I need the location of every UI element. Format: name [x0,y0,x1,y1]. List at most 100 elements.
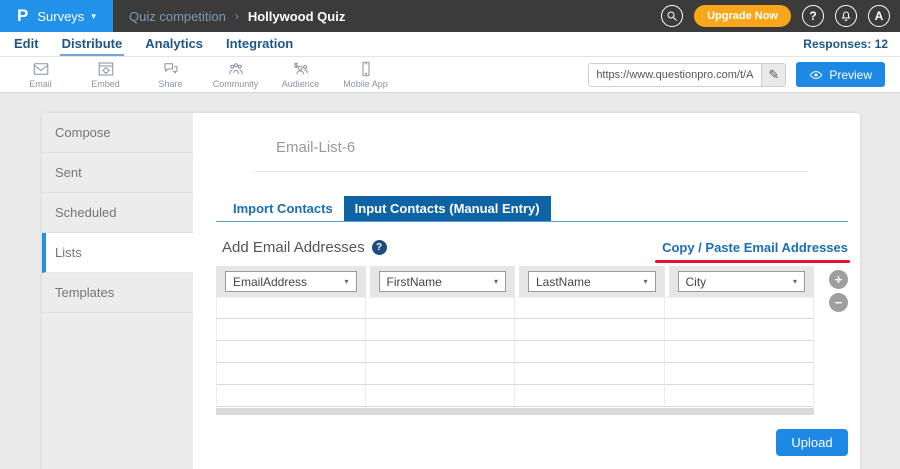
contact-cell[interactable] [216,363,366,385]
contact-cell[interactable] [515,385,665,407]
table-row [216,385,814,407]
tab-input-contacts[interactable]: Input Contacts (Manual Entry) [344,196,551,221]
top-bar: P Surveys ▾ Quiz competition › Hollywood… [0,0,900,32]
chevron-down-icon: ▾ [793,277,797,286]
nav-item-integration[interactable]: Integration [224,33,295,56]
breadcrumb: Quiz competition › Hollywood Quiz [129,9,345,24]
sidebar-item-scheduled[interactable]: Scheduled [42,193,193,233]
distribute-toolbar: Email Embed Share Community $ Audience M… [0,57,900,93]
row-buttons: + − [829,266,848,312]
column-select-city[interactable]: City▾ [678,271,806,292]
horizontal-scrollbar[interactable] [216,408,814,415]
nav-item-distribute[interactable]: Distribute [60,33,125,56]
email-icon [32,60,50,78]
audience-icon: $ [292,60,310,78]
add-row-button[interactable]: + [829,270,848,289]
embed-icon [97,60,115,78]
upload-button[interactable]: Upload [776,429,848,456]
column-select-firstname[interactable]: FirstName▾ [379,271,507,292]
sidebar-item-lists[interactable]: Lists [42,233,193,273]
contact-cell[interactable] [366,319,516,341]
contact-cell[interactable] [216,341,366,363]
search-icon [666,10,678,22]
topbar-actions: Upgrade Now ? A [661,5,900,27]
product-switcher-label: Surveys [37,9,84,24]
contact-cell[interactable] [665,297,815,319]
copy-paste-link[interactable]: Copy / Paste Email Addresses [662,240,848,255]
breadcrumb-parent[interactable]: Quiz competition [129,9,226,24]
sidebar-item-sent[interactable]: Sent [42,153,193,193]
responses-badge: Responses: 12 [803,37,888,51]
channel-email[interactable]: Email [8,58,73,92]
channel-mobile-app[interactable]: Mobile App [333,58,398,92]
contact-cell[interactable] [216,297,366,319]
channel-share[interactable]: Share [138,58,203,92]
notifications-button[interactable] [835,5,857,27]
help-icon[interactable]: ? [372,240,387,255]
share-icon [162,60,180,78]
tab-import-contacts[interactable]: Import Contacts [222,196,344,221]
channel-embed[interactable]: Embed [73,58,138,92]
contact-cell[interactable] [216,319,366,341]
chevron-down-icon: ▾ [643,277,647,286]
contact-cell[interactable] [366,341,516,363]
table-row [216,341,814,363]
survey-nav: Edit Distribute Analytics Integration Re… [0,32,900,57]
survey-link-group: ✎ Preview [588,62,892,87]
chevron-down-icon: ▾ [494,277,498,286]
email-sidebar: Compose Sent Scheduled Lists Templates [42,113,193,469]
contact-cell[interactable] [515,341,665,363]
chevron-down-icon: ▾ [91,11,96,22]
community-icon [227,60,245,78]
remove-row-button[interactable]: − [829,293,848,312]
sidebar-item-compose[interactable]: Compose [42,113,193,153]
contacts-table-body [216,297,814,407]
table-row [216,363,814,385]
channel-community[interactable]: Community [203,58,268,92]
email-lists-panel: Compose Sent Scheduled Lists Templates E… [42,113,860,469]
preview-button[interactable]: Preview [796,62,885,87]
table-row [216,319,814,341]
list-detail: Email-List-6 Import Contacts Input Conta… [193,113,871,469]
column-select-lastname[interactable]: LastName▾ [528,271,656,292]
chevron-down-icon: ▾ [344,277,348,286]
add-emails-header: Add Email Addresses ? Copy / Paste Email… [216,239,848,256]
contact-cell[interactable] [665,385,815,407]
contacts-tabs: Import Contacts Input Contacts (Manual E… [216,196,848,222]
contact-cell[interactable] [216,385,366,407]
breadcrumb-separator-icon: › [235,9,239,23]
survey-url-group: ✎ [588,63,786,87]
contacts-table-wrap: EmailAddress▾ FirstName▾ LastName▾ City▾ [216,266,814,415]
contact-cell[interactable] [515,319,665,341]
mobile-app-icon [357,60,375,78]
help-button[interactable]: ? [802,5,824,27]
column-select-emailaddress[interactable]: EmailAddress▾ [225,271,357,292]
nav-item-analytics[interactable]: Analytics [143,33,205,56]
search-button[interactable] [661,5,683,27]
upgrade-button[interactable]: Upgrade Now [694,5,791,27]
section-title: Add Email Addresses ? [222,239,387,256]
contact-cell[interactable] [515,297,665,319]
avatar[interactable]: A [868,5,890,27]
survey-url-input[interactable] [589,64,761,86]
pencil-icon: ✎ [768,67,779,82]
edit-url-button[interactable]: ✎ [761,64,785,86]
contact-cell[interactable] [366,385,516,407]
sidebar-item-templates[interactable]: Templates [42,273,193,313]
contacts-table: EmailAddress▾ FirstName▾ LastName▾ City▾ [216,266,814,407]
contact-cell[interactable] [665,319,815,341]
table-row [216,297,814,319]
questionpro-logo[interactable]: P [17,6,28,26]
eye-icon [809,68,823,82]
red-annotation-underline [655,260,850,263]
product-switcher[interactable]: P Surveys ▾ [0,0,113,32]
nav-item-edit[interactable]: Edit [12,33,41,56]
contact-cell[interactable] [366,363,516,385]
contact-cell[interactable] [515,363,665,385]
bell-icon [840,10,852,22]
contact-cell[interactable] [665,363,815,385]
column-mapping-row: EmailAddress▾ FirstName▾ LastName▾ City▾ [216,266,814,297]
contact-cell[interactable] [366,297,516,319]
contact-cell[interactable] [665,341,815,363]
channel-audience[interactable]: $ Audience [268,58,333,92]
